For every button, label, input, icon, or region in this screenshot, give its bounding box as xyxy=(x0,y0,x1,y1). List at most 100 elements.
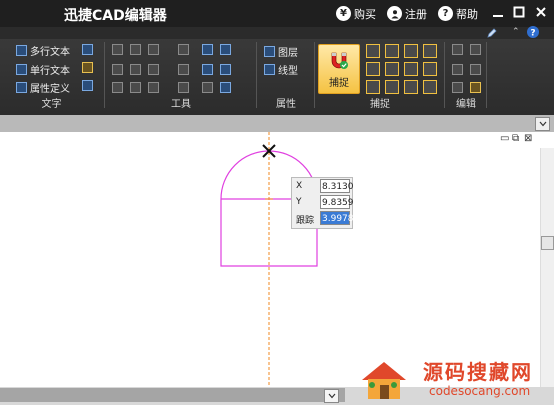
minimize-icon xyxy=(493,15,503,17)
snap-group: 捕捉 xyxy=(316,40,444,110)
buy-button[interactable]: ¥ 购买 xyxy=(336,5,376,22)
track-label: 跟踪 xyxy=(296,216,315,226)
text-edit-icon[interactable] xyxy=(82,80,93,91)
watermark-url: codesocang.com xyxy=(429,384,531,398)
watermark: 源码搜藏网 codesocang.com xyxy=(352,352,552,402)
doc-restore-icon[interactable]: ⧉ xyxy=(512,133,519,144)
separator xyxy=(256,42,257,108)
fillet-icon[interactable] xyxy=(148,82,159,93)
yen-icon: ¥ xyxy=(336,6,351,21)
attdef-label: 属性定义 xyxy=(30,84,70,95)
tools-group: 工具 xyxy=(106,40,256,110)
y-label: Y xyxy=(296,197,302,207)
close-icon xyxy=(536,7,546,17)
paste-icon[interactable] xyxy=(470,64,481,75)
caret-up-icon[interactable]: ⌃ xyxy=(512,27,520,37)
y-row: Y 9.8359 xyxy=(292,195,354,211)
image-icon[interactable] xyxy=(220,82,231,93)
separator xyxy=(314,42,315,108)
doc-minimize-icon[interactable]: ▭ xyxy=(500,133,509,144)
attdef-icon xyxy=(16,82,27,93)
pen-icon[interactable] xyxy=(486,27,498,42)
y-value-field[interactable]: 9.8359 xyxy=(320,195,354,209)
track-value-field[interactable]: 3.9978 xyxy=(320,211,354,225)
copy-clip-icon[interactable] xyxy=(452,44,463,55)
move-icon[interactable] xyxy=(112,44,123,55)
watermark-text: 源码搜藏网 xyxy=(423,360,533,384)
text-style-icon[interactable] xyxy=(82,44,93,55)
offset-icon[interactable] xyxy=(130,82,141,93)
stretch-icon[interactable] xyxy=(130,64,141,75)
help-button[interactable]: ? 帮助 xyxy=(438,5,478,22)
linetype-button[interactable]: 线型 xyxy=(264,62,298,77)
x-label: X xyxy=(296,181,303,191)
text-group: 多行文本 单行文本 属性定义 文字 xyxy=(0,40,103,110)
track-row: 跟踪 3.9978 xyxy=(292,211,354,227)
delete-icon[interactable] xyxy=(470,44,481,55)
scale-icon[interactable] xyxy=(112,64,123,75)
text-label: 单行文本 xyxy=(30,66,70,77)
insert-icon[interactable] xyxy=(220,44,231,55)
x-value-field[interactable]: 8.3130 xyxy=(320,179,354,193)
paste-special-icon[interactable] xyxy=(470,82,481,93)
copy-icon[interactable] xyxy=(178,44,189,55)
cut-icon[interactable] xyxy=(452,64,463,75)
close-button[interactable] xyxy=(533,4,549,20)
minimize-button[interactable] xyxy=(490,4,506,20)
doc-close-icon[interactable]: ⊠ xyxy=(524,133,532,144)
text-group-label: 文字 xyxy=(41,99,62,110)
undo-icon[interactable] xyxy=(452,82,463,93)
rotate-icon[interactable] xyxy=(130,44,141,55)
separator xyxy=(104,42,105,108)
maximize-icon xyxy=(513,6,525,18)
linetype-label: 线型 xyxy=(278,66,298,77)
mtext-button[interactable]: 多行文本 xyxy=(16,43,70,58)
properties-group-label: 属性 xyxy=(276,99,296,110)
drawing-area xyxy=(220,132,318,387)
attdef-button[interactable]: 属性定义 xyxy=(16,80,70,95)
chamfer-icon[interactable] xyxy=(178,82,189,93)
layers-icon xyxy=(264,46,275,57)
ribbon-tab-strip: ⌃ ? xyxy=(0,25,554,42)
maximize-button[interactable] xyxy=(511,4,527,20)
text-icon xyxy=(16,64,27,75)
house-logo-icon xyxy=(362,362,406,399)
edit-group-label: 编辑 xyxy=(456,99,476,110)
refresh-icon[interactable] xyxy=(220,64,231,75)
linetype-icon xyxy=(264,64,275,75)
tab-dropdown-button[interactable] xyxy=(535,117,550,131)
tools-group-label: 工具 xyxy=(171,99,191,110)
explode-icon[interactable] xyxy=(202,64,213,75)
title-bar: 迅捷CAD编辑器 ¥ 购买 注册 ? 帮助 xyxy=(0,0,554,27)
x-row: X 8.3130 xyxy=(292,179,354,195)
text-button[interactable]: 单行文本 xyxy=(16,62,70,77)
array-icon[interactable] xyxy=(112,82,123,93)
svg-text:?: ? xyxy=(530,29,535,39)
register-label: 注册 xyxy=(405,7,427,21)
spell-icon[interactable] xyxy=(82,62,93,73)
help-circle-icon[interactable]: ? xyxy=(526,25,540,42)
trim-icon[interactable] xyxy=(148,64,159,75)
extend-icon[interactable] xyxy=(178,64,189,75)
help-label: 帮助 xyxy=(456,7,478,21)
coordinate-input: X 8.3130 Y 9.8359 跟踪 3.9978 xyxy=(291,177,354,229)
mtext-icon xyxy=(16,45,27,56)
edit-group: 编辑 xyxy=(446,40,486,110)
layout-dropdown-button[interactable] xyxy=(324,389,339,403)
block-icon[interactable] xyxy=(202,44,213,55)
layer-button[interactable]: 图层 xyxy=(264,44,298,59)
chevron-down-icon xyxy=(328,393,335,399)
vertical-scroll-thumb[interactable] xyxy=(541,236,554,250)
separator xyxy=(444,42,445,108)
mtext-label: 多行文本 xyxy=(30,47,70,58)
measure-icon[interactable] xyxy=(202,82,213,93)
chevron-down-icon xyxy=(539,121,546,127)
register-button[interactable]: 注册 xyxy=(387,5,427,22)
app-title: 迅捷CAD编辑器 xyxy=(64,8,167,24)
drawing-canvas[interactable] xyxy=(0,132,540,387)
mirror-icon[interactable] xyxy=(148,44,159,55)
buy-label: 购买 xyxy=(354,7,376,21)
document-tab-bar xyxy=(0,115,554,132)
properties-group: 图层 线型 属性 xyxy=(258,40,314,110)
help-icon: ? xyxy=(438,6,453,21)
